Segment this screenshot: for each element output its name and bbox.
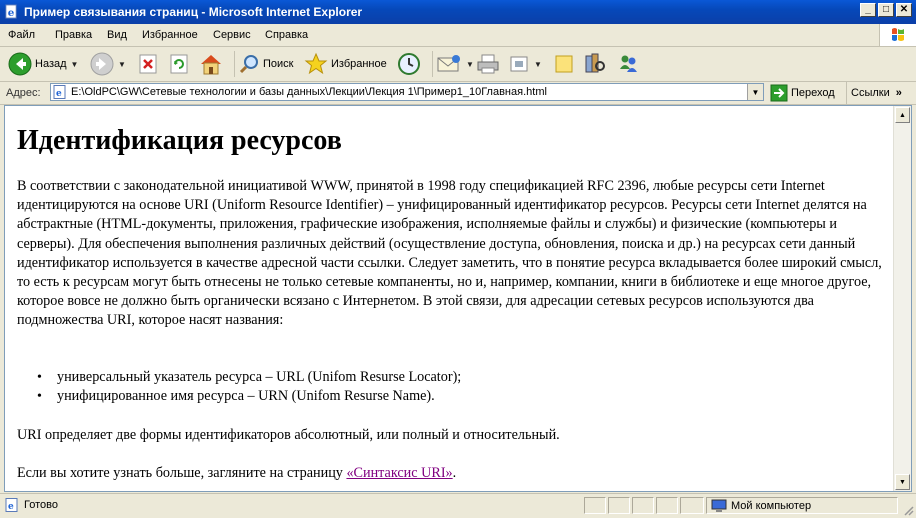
svg-text:e: e: [56, 89, 62, 99]
forward-arrow-icon: [90, 52, 114, 76]
chevron-right-icon: »: [895, 87, 902, 99]
zone-label: Мой компьютер: [731, 499, 812, 512]
window-title: Пример связывания страниц - Microsoft In…: [24, 5, 363, 19]
edit-page-icon: [510, 56, 528, 72]
menu-bar: Файл Правка Вид Избранное Сервис Справка: [0, 24, 916, 47]
go-arrow-icon: [770, 84, 788, 102]
status-pane: [584, 497, 606, 514]
star-icon: [304, 52, 328, 75]
history-button[interactable]: [397, 51, 421, 77]
status-pane: [680, 497, 704, 514]
status-pane: [656, 497, 678, 514]
status-pane: [608, 497, 630, 514]
edit-button[interactable]: ▼: [508, 51, 542, 77]
minimize-button[interactable]: _: [860, 3, 876, 17]
ie-page-icon: e: [5, 4, 17, 19]
scroll-up-button[interactable]: ▲: [895, 107, 910, 123]
discuss-button[interactable]: [553, 51, 575, 77]
stop-button[interactable]: [137, 51, 159, 77]
paragraph-forms: URI определяет две формы идентификаторов…: [17, 427, 560, 443]
page-status-icon: e: [5, 498, 18, 512]
page-icon: e: [53, 85, 66, 99]
research-button[interactable]: [583, 51, 607, 77]
mail-button[interactable]: ▼: [432, 51, 474, 77]
print-button[interactable]: [476, 51, 500, 77]
list-item: унифицированное имя ресурса – URN (Unifo…: [37, 387, 461, 406]
maximize-button[interactable]: □: [878, 3, 894, 17]
svg-text:e: e: [8, 502, 14, 512]
home-icon: [201, 55, 221, 75]
syntax-link[interactable]: «Синтаксис URI»: [346, 465, 452, 481]
windows-logo-icon: [879, 24, 916, 46]
messenger-button[interactable]: [616, 51, 640, 77]
links-label: Ссылки: [851, 87, 890, 99]
chevron-down-icon[interactable]: ▼: [118, 60, 126, 69]
scroll-down-button[interactable]: ▼: [895, 474, 910, 490]
resize-grip-icon[interactable]: [902, 504, 914, 516]
history-icon: [398, 53, 420, 75]
go-button[interactable]: Переход: [770, 83, 835, 103]
favorites-button[interactable]: Избранное: [304, 51, 387, 77]
page-viewport: Идентификация ресурсов В соответствии с …: [4, 105, 912, 492]
refresh-icon: [170, 54, 188, 74]
uri-list: универсальный указатель ресурса – URL (U…: [37, 368, 461, 407]
vertical-scrollbar[interactable]: ▲ ▼: [893, 106, 911, 491]
forward-button[interactable]: ▼: [90, 51, 126, 77]
paragraph-intro: В соответствии с законодательной инициат…: [17, 178, 882, 329]
menu-tools[interactable]: Сервис: [213, 29, 251, 41]
home-button[interactable]: [199, 51, 223, 77]
back-arrow-icon: [8, 52, 32, 76]
page-heading: Идентификация ресурсов: [17, 125, 342, 156]
search-icon: [239, 55, 258, 74]
menu-edit[interactable]: Правка: [55, 29, 92, 41]
links-toolbar[interactable]: Ссылки »: [846, 82, 902, 104]
address-url: E:\OldPC\GW\Сетевые технологии и базы да…: [71, 86, 547, 98]
stop-icon: [139, 54, 157, 74]
chevron-down-icon[interactable]: ▼: [534, 60, 542, 69]
menu-file[interactable]: Файл: [8, 29, 35, 41]
research-icon: [585, 53, 605, 73]
chevron-down-icon[interactable]: ▼: [71, 60, 79, 69]
menu-help[interactable]: Справка: [265, 29, 308, 41]
page-content: Идентификация ресурсов В соответствии с …: [5, 106, 895, 491]
address-input[interactable]: e E:\OldPC\GW\Сетевые технологии и базы …: [50, 83, 764, 101]
address-bar: Адрес: e E:\OldPC\GW\Сетевые технологии …: [0, 82, 916, 105]
mail-icon: [437, 55, 460, 72]
back-button[interactable]: Назад ▼: [8, 51, 78, 77]
search-button[interactable]: Поиск: [234, 51, 293, 77]
list-item: универсальный указатель ресурса – URL (U…: [37, 368, 461, 387]
status-text: Готово: [24, 499, 58, 511]
close-button[interactable]: ✕: [896, 3, 912, 17]
security-zone[interactable]: Мой компьютер: [706, 497, 898, 514]
menu-view[interactable]: Вид: [107, 29, 127, 41]
messenger-icon: [620, 55, 637, 72]
title-bar: e Пример связывания страниц - Microsoft …: [0, 0, 916, 24]
paragraph-more: Если вы хотите узнать больше, загляните …: [17, 465, 457, 481]
status-bar: e Готово Мой компьютер: [0, 493, 916, 518]
computer-icon: [711, 499, 727, 512]
standard-toolbar: Назад ▼ ▼ Поиск Избранное ▼ ▼: [0, 47, 916, 82]
note-icon: [555, 55, 573, 73]
address-label: Адрес:: [6, 87, 41, 99]
status-pane: [632, 497, 654, 514]
chevron-down-icon[interactable]: ▼: [466, 60, 474, 69]
refresh-button[interactable]: [168, 51, 190, 77]
svg-text:e: e: [8, 7, 15, 19]
menu-favorites[interactable]: Избранное: [142, 29, 198, 41]
printer-icon: [477, 54, 499, 74]
address-dropdown[interactable]: ▼: [747, 84, 763, 100]
